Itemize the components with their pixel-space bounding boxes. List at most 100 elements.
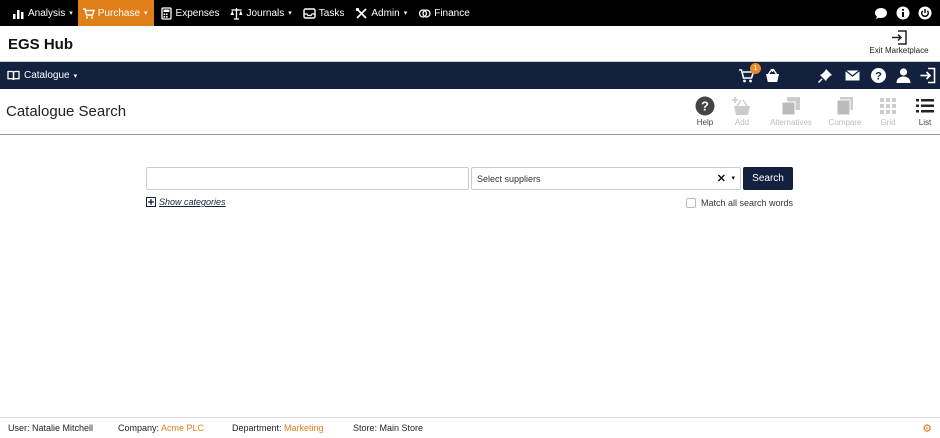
footer-store-label: Store: <box>353 423 378 433</box>
help-button[interactable]: ? <box>870 67 887 84</box>
chat-icon[interactable] <box>874 7 888 20</box>
calculator-icon <box>160 6 172 20</box>
compare-tool-button[interactable]: Compare <box>823 96 867 127</box>
cart-count-badge: 1 <box>750 63 761 74</box>
match-all-option[interactable]: Match all search words <box>686 198 793 208</box>
compare-tool-label: Compare <box>828 118 862 127</box>
page-title: Catalogue Search <box>6 103 127 120</box>
inbox-icon <box>303 7 316 19</box>
cart-icon <box>82 7 95 19</box>
nav-journals-label: Journals <box>246 7 285 19</box>
footer-store-value: Main Store <box>379 423 424 433</box>
list-icon <box>916 99 934 113</box>
pin-button[interactable] <box>817 67 834 84</box>
user-button[interactable] <box>895 67 912 84</box>
search-input[interactable] <box>146 167 469 190</box>
book-icon <box>7 70 20 81</box>
chevron-down-icon: ▾ <box>73 72 78 80</box>
power-icon[interactable] <box>918 6 932 20</box>
chevron-down-icon: ▾ <box>69 10 73 17</box>
tools-icon <box>356 7 367 19</box>
pin-icon <box>817 69 832 84</box>
supplier-select-placeholder: Select suppliers <box>477 174 541 184</box>
show-categories-link[interactable]: Show categories <box>146 197 226 207</box>
chevron-down-icon: ▾ <box>403 10 408 17</box>
user-icon <box>896 68 911 83</box>
nav-purchase[interactable]: Purchase ▾ <box>77 0 154 26</box>
nav-analysis-label: Analysis <box>28 7 66 19</box>
nav-admin[interactable]: Admin ▾ <box>349 0 412 26</box>
footer-company-value[interactable]: Acme PLC <box>161 423 204 433</box>
compare-icon <box>836 97 853 116</box>
scales-icon <box>230 7 243 20</box>
list-tool-label: List <box>918 118 932 127</box>
basket-button[interactable] <box>764 67 781 84</box>
top-navigation: Analysis ▾ Purchase ▾ Expenses Journals … <box>0 0 940 26</box>
cart-button[interactable]: 1 <box>738 63 761 84</box>
nav-tasks-label: Tasks <box>318 7 345 19</box>
alternatives-tool-label: Alternatives <box>770 118 812 127</box>
exit-marketplace-button[interactable]: Exit Marketplace <box>868 30 930 55</box>
mail-icon <box>845 69 860 81</box>
grid-tool-button[interactable]: Grid <box>876 96 900 127</box>
chevron-down-icon[interactable]: ▾ <box>731 174 735 182</box>
footer-user-label: User: <box>8 423 30 433</box>
alternatives-icon <box>781 97 800 116</box>
footer-company-label: Company: <box>118 423 160 433</box>
exit-marketplace-label: Exit Marketplace <box>869 46 929 55</box>
logout-icon <box>920 67 936 84</box>
grid-icon <box>880 98 896 114</box>
chevron-down-icon: ▾ <box>288 10 292 17</box>
svg-text:?: ? <box>875 71 882 83</box>
nav-tasks[interactable]: Tasks <box>297 0 350 26</box>
nav-expenses[interactable]: Expenses <box>154 0 225 26</box>
hub-title: EGS Hub <box>8 36 74 53</box>
footer-user: User: Natalie Mitchell <box>8 423 93 433</box>
nav-expenses-label: Expenses <box>175 7 220 19</box>
nav-journals[interactable]: Journals ▾ <box>224 0 296 26</box>
grid-tool-label: Grid <box>880 118 896 127</box>
add-tool-button[interactable]: Add <box>729 96 755 127</box>
add-tool-label: Add <box>734 118 750 127</box>
footer-department: Department: Marketing <box>232 423 324 433</box>
gear-icon[interactable]: ⚙ <box>922 422 932 435</box>
help-icon: ? <box>871 68 886 83</box>
coins-icon <box>419 8 431 18</box>
catalogue-menu[interactable]: Catalogue ▾ <box>7 62 77 89</box>
page-header: Catalogue Search ? Help Add Alternatives… <box>0 89 940 135</box>
chevron-down-icon: ▾ <box>144 10 148 17</box>
footer-department-label: Department: <box>232 423 282 433</box>
help-tool-label: Help <box>696 118 714 127</box>
hub-header: EGS Hub Exit Marketplace <box>0 26 940 62</box>
catalogue-menu-label: Catalogue <box>24 70 70 81</box>
logout-button[interactable] <box>919 67 936 84</box>
basket-icon <box>766 68 779 82</box>
nav-admin-label: Admin <box>371 7 400 19</box>
topnav-right-icons <box>874 0 932 26</box>
status-footer: User: Natalie Mitchell Company: Acme PLC… <box>0 417 940 438</box>
nav-finance[interactable]: Finance <box>412 0 475 26</box>
catalogue-bar: Catalogue ▾ 1 ? <box>0 62 940 89</box>
footer-department-value[interactable]: Marketing <box>284 423 324 433</box>
clear-icon[interactable]: ✕ <box>717 172 726 185</box>
exit-icon <box>892 30 907 45</box>
footer-store: Store: Main Store <box>353 423 423 433</box>
mail-button[interactable] <box>844 67 861 84</box>
plus-square-icon <box>146 197 156 207</box>
footer-user-value: Natalie Mitchell <box>32 423 94 433</box>
help-tool-button[interactable]: ? Help <box>692 96 718 127</box>
match-all-label: Match all search words <box>701 198 794 208</box>
footer-company: Company: Acme PLC <box>118 423 204 433</box>
alternatives-tool-button[interactable]: Alternatives <box>764 96 818 127</box>
show-categories-label: Show categories <box>159 197 226 207</box>
list-tool-button[interactable]: List <box>913 96 937 127</box>
help-icon: ? <box>695 96 715 116</box>
search-button[interactable]: Search <box>743 167 793 190</box>
supplier-select[interactable]: Select suppliers ✕ ▾ <box>471 167 741 190</box>
info-icon[interactable] <box>896 6 910 20</box>
nav-analysis[interactable]: Analysis ▾ <box>6 0 78 26</box>
add-to-basket-icon <box>732 97 750 115</box>
nav-purchase-label: Purchase <box>97 7 141 19</box>
match-all-checkbox[interactable] <box>686 198 696 208</box>
bar-chart-icon <box>13 9 24 19</box>
